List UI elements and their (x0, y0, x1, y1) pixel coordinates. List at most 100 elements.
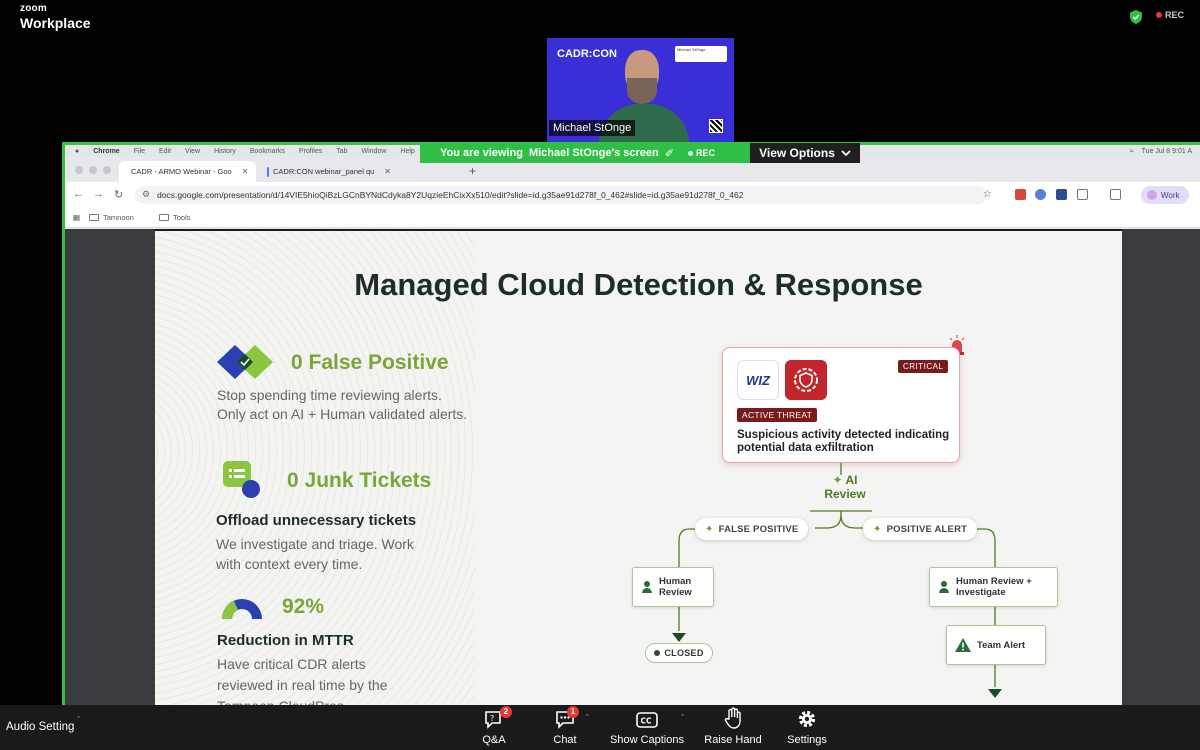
extension-icon[interactable] (1056, 189, 1067, 200)
human-investigate-line1: Human Review + (956, 576, 1032, 587)
speaker-background-nametag: Michael StOnge (675, 46, 727, 62)
positive-alert-label: POSITIVE ALERT (886, 523, 968, 535)
security-shield-icon[interactable] (1130, 10, 1142, 24)
mac-clock[interactable]: Tue Jul 8 9:01 A (1142, 148, 1192, 155)
raise-hand-label: Raise Hand (704, 734, 762, 746)
mac-menu-bookmarks[interactable]: Bookmarks (250, 148, 285, 155)
mac-menu-help[interactable]: Help (400, 148, 414, 155)
gear-icon (798, 710, 816, 728)
mac-menu-view[interactable]: View (185, 148, 200, 155)
pen-icon[interactable]: ✐ (665, 147, 674, 160)
speaker-beard (627, 78, 657, 104)
left-gutter (0, 142, 62, 705)
gear-shield-icon (794, 368, 818, 392)
settings-button[interactable]: Settings (784, 705, 830, 750)
close-window-icon[interactable] (75, 166, 83, 174)
close-tab-icon[interactable]: ✕ (384, 167, 391, 176)
bookmark-star-icon[interactable]: ☆ (983, 189, 992, 200)
qa-label: Q&A (482, 734, 506, 746)
zoom-logo-line2: Workplace (20, 15, 91, 31)
ai-review-line2: Review (824, 487, 866, 501)
recording-indicator[interactable]: REC (1156, 10, 1184, 20)
back-icon[interactable]: ← (73, 188, 84, 200)
sparkle-icon: ✦ (832, 473, 843, 487)
address-bar[interactable]: ⚙ docs.google.com/presentation/d/14VIE5h… (135, 186, 987, 204)
human-investigate-node: Human Review + Investigate (929, 567, 1058, 607)
chevron-down-icon (841, 149, 851, 156)
tab-title: CADR - ARMO Webinar - Goo (131, 167, 232, 176)
svg-text:?: ? (490, 714, 494, 723)
tab-cadr-con-webinar-panel[interactable]: CADR:CON webinar_panel qu ✕ (259, 161, 399, 182)
closed-pill: CLOSED (645, 643, 713, 663)
mac-menu-chrome[interactable]: Chrome (93, 148, 119, 155)
extension-icon[interactable] (1015, 189, 1026, 200)
show-captions-button[interactable]: CC Show Captions (608, 705, 686, 750)
settings-label: Settings (787, 734, 827, 746)
folder-icon (89, 214, 99, 221)
qa-badge: 2 (500, 706, 512, 718)
alert-description: Suspicious activity detected indicating … (737, 429, 950, 454)
new-tab-icon[interactable]: + (469, 164, 476, 178)
raise-hand-button[interactable]: Raise Hand (704, 705, 762, 750)
threat-shield-logo (785, 360, 827, 400)
site-settings-icon[interactable]: ⚙ (142, 189, 150, 200)
side-panel-icon[interactable] (1110, 189, 1121, 200)
presentation-right-margin (1122, 229, 1200, 705)
chat-button[interactable]: Chat 1 (545, 705, 585, 750)
reload-icon[interactable]: ↻ (114, 188, 123, 201)
viewing-rec-label: REC (695, 148, 715, 158)
recording-dot-icon (1156, 12, 1162, 18)
view-options-button[interactable]: View Options (750, 143, 860, 163)
mac-menu-edit[interactable]: Edit (159, 148, 171, 155)
show-captions-label: Show Captions (610, 734, 684, 746)
bookmark-tools[interactable]: Tools (159, 213, 191, 222)
human-review-node: Human Review (632, 567, 714, 607)
minimize-window-icon[interactable] (89, 166, 97, 174)
apps-grid-icon[interactable]: ▦ (73, 213, 80, 222)
mac-menu-file[interactable]: File (134, 148, 145, 155)
person-icon (938, 581, 950, 593)
status-dot-icon (654, 650, 661, 656)
chat-label: Chat (553, 734, 577, 746)
mac-menu-window[interactable]: Window (362, 148, 387, 155)
apple-icon[interactable]: ● (75, 148, 79, 155)
mac-menu-profiles[interactable]: Profiles (299, 148, 322, 155)
human-investigate-line2: Investigate (956, 587, 1006, 598)
chrome-toolbar: ← → ↻ ⚙ docs.google.com/presentation/d/1… (65, 182, 1200, 208)
mac-menu-history[interactable]: History (214, 148, 236, 155)
chevron-up-icon[interactable]: ˆ (681, 713, 684, 723)
ai-review-line1: AI (845, 473, 858, 487)
slide-canvas: Managed Cloud Detection & Response 0 Fal… (155, 231, 1122, 705)
wifi-icon[interactable]: ≈ (1130, 148, 1134, 155)
extension-icon[interactable] (1035, 189, 1046, 200)
team-alert-node: Team Alert (946, 625, 1046, 665)
closed-label: CLOSED (664, 648, 704, 658)
audio-setting-button[interactable]: Audio Setting (6, 721, 74, 733)
close-tab-icon[interactable]: ✕ (242, 167, 249, 176)
critical-badge: CRITICAL (898, 360, 949, 373)
recording-label: REC (1165, 10, 1185, 20)
zoom-bottom-toolbar: Audio Setting ˆ ? Q&A 2 Chat 1 ˆ CC Show… (0, 705, 1200, 750)
bookmark-tamnoon[interactable]: Tamnoon (89, 213, 134, 222)
qa-button[interactable]: ? Q&A 2 (474, 705, 514, 750)
viewing-rec-indicator: REC (687, 148, 715, 158)
mac-status-area: ≈ Tue Jul 8 9:01 A (1130, 145, 1192, 157)
chevron-up-icon[interactable]: ˆ (77, 715, 80, 725)
person-icon (641, 581, 653, 593)
false-positive-label: FALSE POSITIVE (718, 523, 799, 535)
chevron-up-icon[interactable]: ˆ (586, 713, 589, 723)
maximize-window-icon[interactable] (103, 166, 111, 174)
human-review-line1: Human (659, 576, 692, 587)
extensions-puzzle-icon[interactable] (1077, 189, 1088, 200)
wiz-logo: WIZ (737, 360, 779, 400)
folder-icon (159, 214, 169, 221)
svg-text:CC: CC (641, 717, 653, 726)
mac-menu-tab[interactable]: Tab (336, 148, 347, 155)
warning-triangle-icon (955, 638, 971, 652)
screen-share-banner: You are viewing Michael StOnge's screen … (420, 143, 750, 163)
forward-icon[interactable]: → (93, 188, 104, 200)
tab-cadr-armo-webinar[interactable]: CADR - ARMO Webinar - Goo ✕ (119, 161, 256, 182)
profile-button[interactable]: Work (1141, 186, 1189, 204)
recording-dot-icon (687, 150, 693, 156)
google-docs-icon (267, 166, 269, 177)
